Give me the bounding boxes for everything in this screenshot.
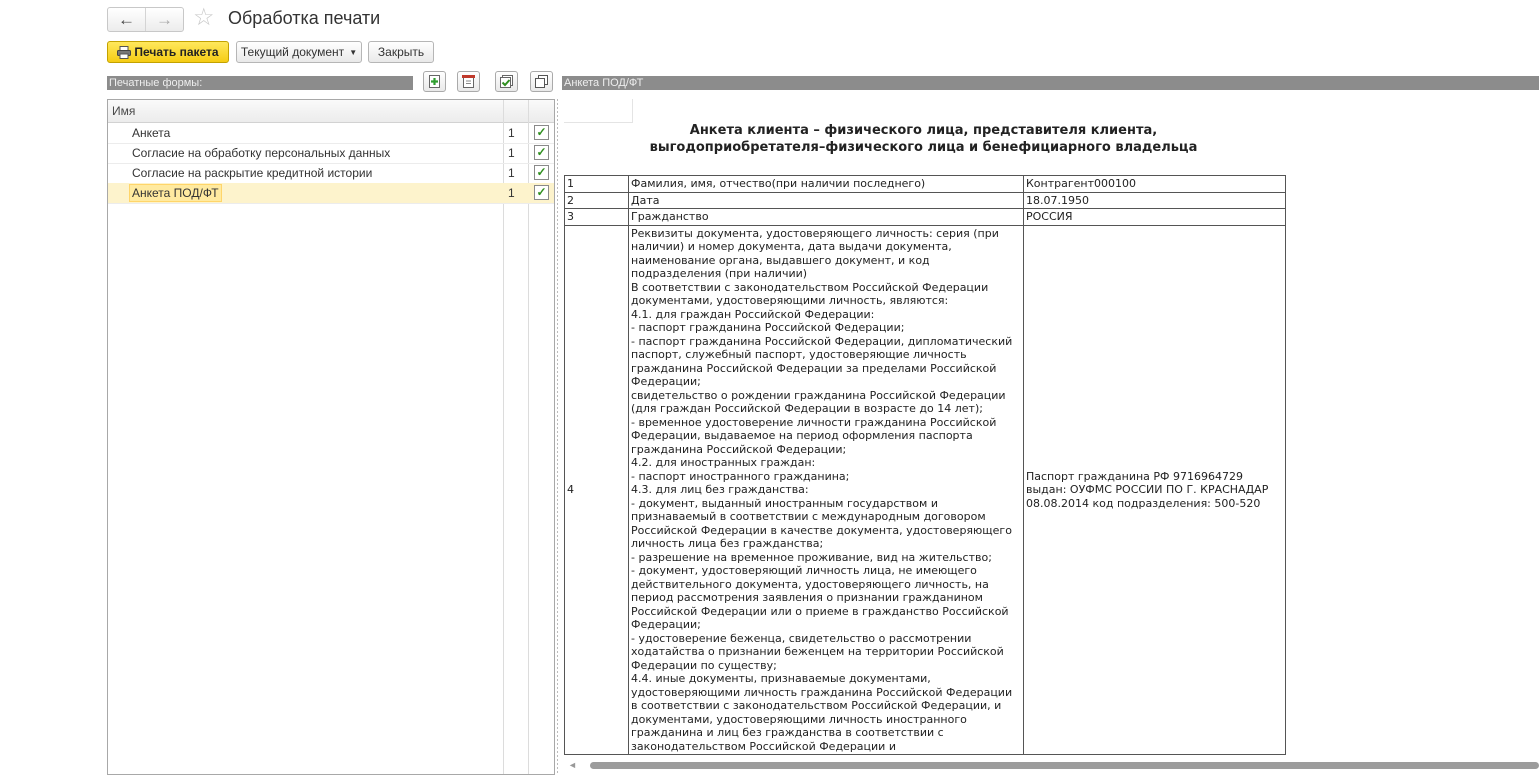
delete-form-icon: [462, 75, 475, 88]
copy-icon: [535, 75, 548, 88]
form-checkbox[interactable]: ✓: [534, 165, 549, 180]
forward-button[interactable]: →: [145, 8, 183, 31]
row-number: 4: [564, 224, 629, 755]
field-label: Гражданство: [628, 208, 1024, 226]
field-label: Реквизиты документа, удостоверяющего лич…: [628, 224, 1024, 755]
scroll-left-icon[interactable]: ◄: [568, 760, 577, 770]
close-button[interactable]: Закрыть: [368, 41, 434, 63]
form-name: Согласие на обработку персональных данны…: [132, 146, 391, 160]
form-count[interactable]: 1: [508, 166, 515, 180]
list-item[interactable]: Согласие на обработку персональных данны…: [108, 143, 554, 164]
print-package-button[interactable]: Печать пакета: [107, 41, 229, 63]
form-name: Согласие на раскрытие кредитной истории: [132, 166, 373, 180]
list-item-selected[interactable]: Анкета ПОД/ФТ 1 ✓: [108, 183, 554, 204]
table-row: 1 Фамилия, имя, отчество(при наличии пос…: [564, 175, 1286, 193]
panel-splitter[interactable]: [557, 99, 558, 775]
form-count[interactable]: 1: [508, 126, 515, 140]
row-number: 2: [564, 191, 629, 209]
dropdown-caret-icon: ▼: [349, 47, 358, 57]
field-value: Контрагент000100: [1023, 175, 1286, 193]
add-form-button[interactable]: [423, 71, 446, 92]
field-value: 18.07.1950: [1023, 191, 1286, 209]
form-count[interactable]: 1: [508, 146, 515, 160]
print-forms-list: Имя Анкета 1 ✓ Согласие на обработку пер…: [107, 99, 555, 775]
list-item[interactable]: Анкета 1 ✓: [108, 123, 554, 144]
table-row: 2 Дата 18.07.1950: [564, 191, 1286, 209]
check-all-button[interactable]: [495, 71, 518, 92]
close-label: Закрыть: [377, 45, 425, 59]
delete-form-button[interactable]: [457, 71, 480, 92]
horizontal-scrollbar[interactable]: ◄: [562, 760, 1539, 772]
form-name: Анкета ПОД/ФТ: [129, 184, 222, 202]
list-item[interactable]: Согласие на раскрытие кредитной истории …: [108, 163, 554, 184]
nav-buttons: ← →: [107, 7, 184, 32]
scrollbar-thumb[interactable]: [590, 762, 1539, 769]
field-label: Дата: [628, 191, 1024, 209]
document-title-line1: Анкета клиента – физического лица, предс…: [689, 123, 1158, 138]
form-checkbox[interactable]: ✓: [534, 125, 549, 140]
window-title: Обработка печати: [228, 8, 381, 28]
print-package-label: Печать пакета: [134, 45, 219, 59]
document-title-line2: выгодоприобретателя–физического лица и б…: [649, 140, 1198, 155]
form-count[interactable]: 1: [508, 186, 515, 200]
form-name: Анкета: [132, 126, 171, 140]
document-preview-header: Анкета ПОД/ФТ: [562, 76, 1539, 90]
favorite-star-icon[interactable]: ☆: [193, 5, 215, 31]
field-label: Фамилия, имя, отчество(при наличии после…: [628, 175, 1024, 193]
back-button[interactable]: ←: [108, 8, 145, 31]
current-document-dropdown[interactable]: Текущий документ ▼: [236, 41, 362, 63]
table-row: 4 Реквизиты документа, удостоверяющего л…: [564, 224, 1286, 755]
row-number: 3: [564, 208, 629, 226]
print-forms-header: Печатные формы:: [107, 76, 413, 90]
form-checkbox[interactable]: ✓: [534, 185, 549, 200]
field-value: РОССИЯ: [1023, 208, 1286, 226]
current-document-label: Текущий документ: [240, 45, 345, 59]
check-all-icon: [500, 75, 513, 88]
add-form-icon: [429, 75, 440, 88]
questionnaire-table: 1 Фамилия, имя, отчество(при наличии пос…: [564, 175, 1286, 755]
printer-icon: [117, 45, 132, 59]
row-number: 1: [564, 175, 629, 193]
column-name-header[interactable]: Имя: [112, 104, 135, 118]
field-value: Паспорт гражданина РФ 9716964729 выдан: …: [1023, 224, 1286, 755]
sheet-corner-cell: [564, 99, 633, 123]
document-preview[interactable]: Анкета клиента – физического лица, предс…: [562, 99, 1539, 759]
form-checkbox[interactable]: ✓: [534, 145, 549, 160]
copy-button[interactable]: [530, 71, 553, 92]
list-header: Имя: [108, 100, 554, 123]
table-row: 3 Гражданство РОССИЯ: [564, 208, 1286, 226]
